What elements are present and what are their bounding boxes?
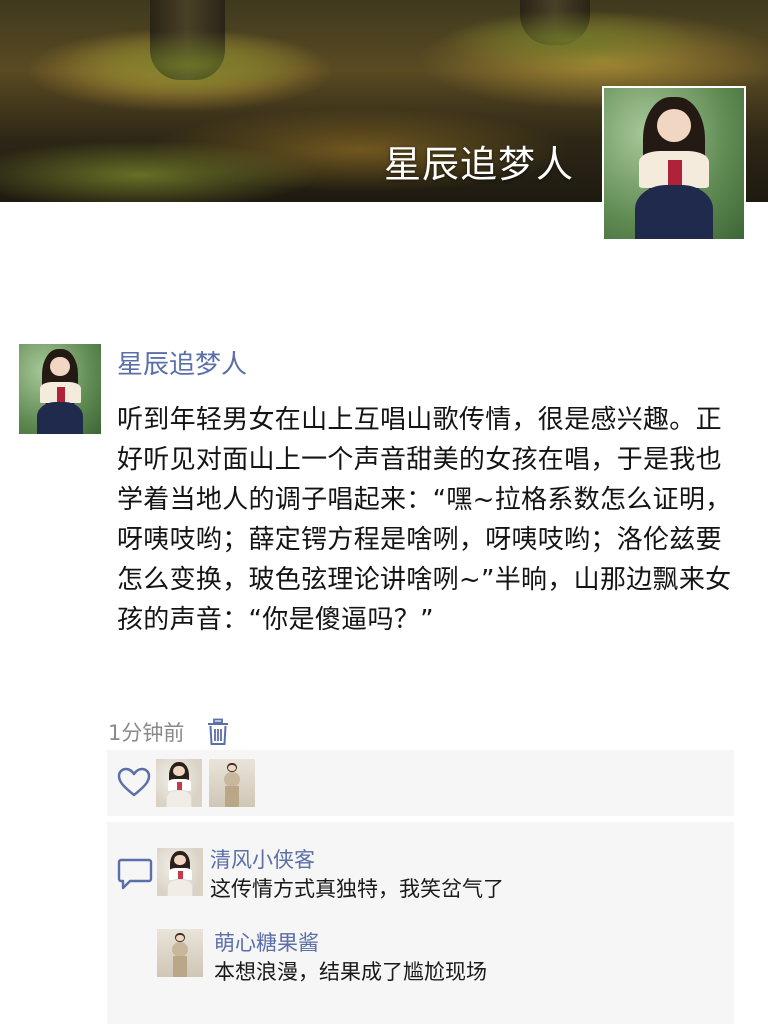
- moss-right: [440, 10, 700, 70]
- comment-avatar-1[interactable]: [157, 848, 203, 896]
- trash-icon[interactable]: [206, 718, 230, 746]
- heart-icon[interactable]: [116, 766, 152, 798]
- moss-bottom: [0, 140, 320, 202]
- like-avatar-1[interactable]: [156, 759, 202, 807]
- comment-author-2[interactable]: 萌心糖果酱: [214, 927, 319, 957]
- cover-title: 星辰追梦人: [384, 143, 574, 186]
- author-avatar[interactable]: [19, 344, 101, 434]
- comment-author-1[interactable]: 清风小侠客: [210, 844, 315, 874]
- comment-avatar-2[interactable]: [157, 929, 203, 977]
- post-meta: 1分钟前: [108, 716, 230, 748]
- cover-avatar[interactable]: [602, 86, 746, 241]
- post-content: 听到年轻男女在山上互唱山歌传情，很是感兴趣。正好听见对面山上一个声音甜美的女孩在…: [117, 405, 732, 635]
- post-time: 1分钟前: [108, 721, 185, 745]
- like-avatar-2[interactable]: [209, 759, 255, 807]
- moss-left: [60, 30, 320, 100]
- comment-icon[interactable]: [116, 857, 154, 891]
- comment-text-2: 本想浪漫，结果成了尴尬现场: [214, 960, 487, 984]
- author-name[interactable]: 星辰追梦人: [117, 344, 247, 381]
- comment-text-1: 这传情方式真独特，我笑岔气了: [210, 877, 504, 901]
